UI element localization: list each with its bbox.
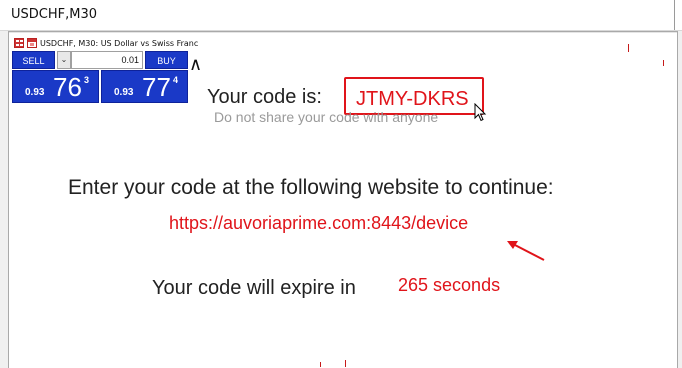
sell-button[interactable]: SELL bbox=[12, 51, 55, 69]
lot-dropdown-button[interactable]: ⌄ bbox=[57, 51, 71, 69]
device-code: JTMY-DKRS bbox=[356, 88, 469, 110]
buy-price-big: 77 bbox=[142, 72, 171, 102]
chart-mark bbox=[628, 44, 629, 52]
chart-mark bbox=[320, 362, 321, 367]
device-url-link[interactable]: https://auvoriaprime.com:8443/device bbox=[169, 213, 468, 234]
chart-top-border bbox=[9, 32, 677, 33]
sell-price-button[interactable]: 0.93 76 3 bbox=[12, 70, 99, 103]
chart-header: USDCHF, M30: US Dollar vs Swiss Franc bbox=[14, 37, 198, 49]
code-label: Your code is: bbox=[207, 86, 322, 108]
expire-countdown: 265 seconds bbox=[398, 275, 501, 295]
lot-size-input[interactable]: 0.01 bbox=[71, 51, 143, 69]
chart-grid-icon bbox=[14, 38, 24, 48]
calendar-icon bbox=[27, 38, 37, 48]
window-titlebar: USDCHF,M30 bbox=[0, 0, 682, 31]
buy-price-pip: 4 bbox=[173, 75, 179, 85]
sell-price-prefix: 0.93 bbox=[25, 87, 45, 98]
chart-mark bbox=[663, 60, 664, 66]
mouse-cursor-icon bbox=[474, 103, 487, 122]
titlebar-divider bbox=[674, 0, 675, 30]
window-title: USDCHF,M30 bbox=[11, 7, 97, 22]
buy-price-prefix: 0.93 bbox=[114, 87, 134, 98]
buy-button[interactable]: BUY bbox=[145, 51, 188, 69]
caret-up-icon[interactable]: ∧ bbox=[189, 55, 202, 73]
instruction-text: Enter your code at the following website… bbox=[68, 176, 554, 199]
chart-symbol-label: USDCHF, M30: US Dollar vs Swiss Franc bbox=[40, 38, 199, 48]
chart-mark bbox=[345, 360, 346, 367]
sell-price-big: 76 bbox=[53, 72, 82, 102]
buy-price-button[interactable]: 0.93 77 4 bbox=[101, 70, 188, 103]
arrow-pointer-icon bbox=[507, 241, 545, 261]
code-warning: Do not share your code with anyone bbox=[214, 109, 439, 125]
one-click-trading-panel: SELL ⌄ 0.01 BUY 0.93 76 3 0.93 77 4 bbox=[12, 51, 188, 103]
sell-price-pip: 3 bbox=[84, 75, 90, 85]
expire-label: Your code will expire in bbox=[152, 277, 356, 299]
